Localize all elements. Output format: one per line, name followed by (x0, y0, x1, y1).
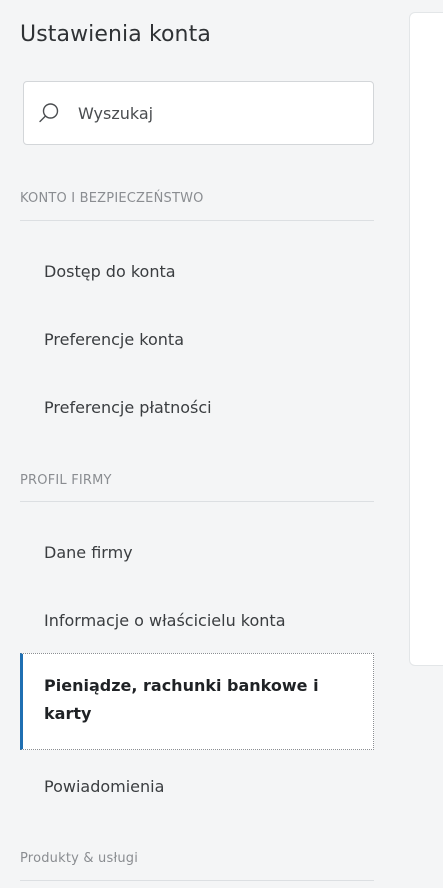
sidebar-item-notifications[interactable]: Powiadomienia (20, 777, 374, 796)
sidebar-item-payment-preferences[interactable]: Preferencje płatności (20, 398, 374, 417)
sidebar-item-owner-information[interactable]: Informacje o właścicielu konta (20, 611, 374, 630)
section-header-account-security: KONTO I BEZPIECZEŃSTWO (20, 191, 204, 206)
settings-sidebar: Ustawienia konta KONTO I BEZPIECZEŃSTWO … (0, 0, 392, 888)
sidebar-item-label: Powiadomienia (44, 777, 165, 796)
sidebar-item-label: Preferencje płatności (44, 398, 212, 417)
section-header-company-profile: PROFIL FIRMY (20, 473, 112, 488)
search-icon (39, 103, 59, 123)
sidebar-item-label: Dostęp do konta (44, 262, 176, 281)
section-header-products-services: Produkty & usługi (20, 851, 139, 866)
sidebar-item-label: Pieniądze, rachunki bankowe i karty (44, 676, 319, 723)
search-box[interactable] (23, 81, 374, 145)
sidebar-item-company-data[interactable]: Dane firmy (20, 543, 374, 562)
section-divider (20, 880, 374, 881)
content-panel (409, 12, 443, 666)
sidebar-item-account-preferences[interactable]: Preferencje konta (20, 330, 374, 349)
sidebar-item-label: Dane firmy (44, 543, 133, 562)
settings-page: Ustawienia konta KONTO I BEZPIECZEŃSTWO … (0, 0, 443, 888)
sidebar-item-account-access[interactable]: Dostęp do konta (20, 262, 374, 281)
sidebar-title: Ustawienia konta (20, 22, 211, 47)
section-divider (20, 501, 374, 502)
sidebar-item-label: Informacje o właścicielu konta (44, 611, 286, 630)
section-divider (20, 220, 374, 221)
search-input[interactable] (78, 83, 358, 143)
sidebar-item-money-banks-cards[interactable]: Pieniądze, rachunki bankowe i karty (20, 653, 374, 750)
sidebar-item-label: Preferencje konta (44, 330, 184, 349)
